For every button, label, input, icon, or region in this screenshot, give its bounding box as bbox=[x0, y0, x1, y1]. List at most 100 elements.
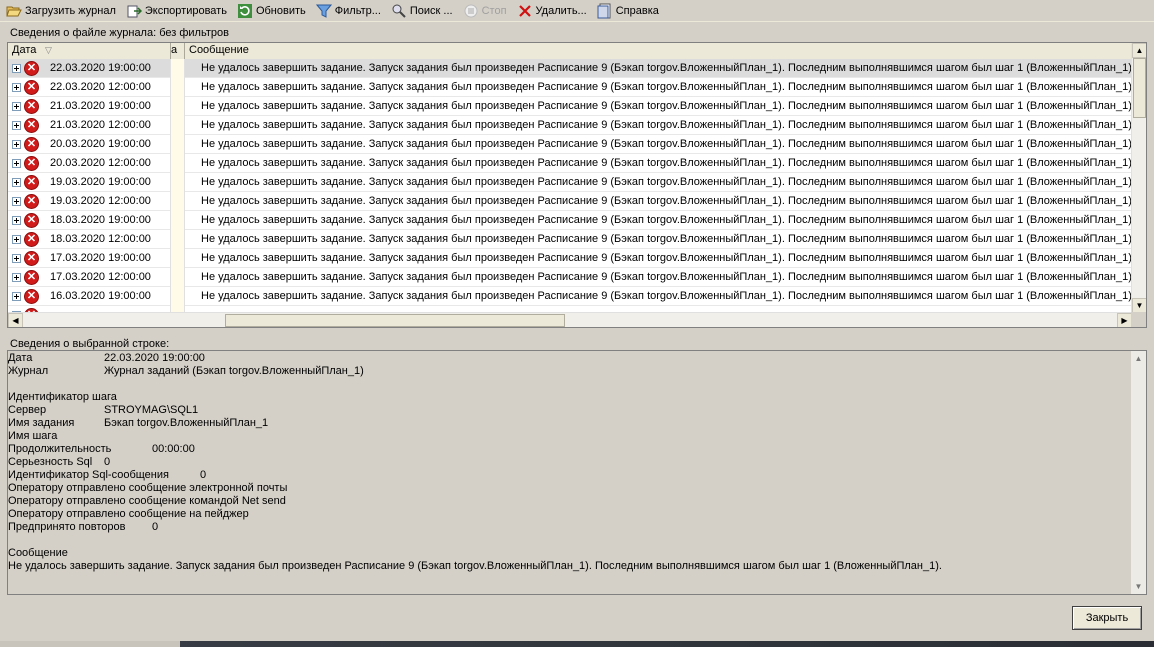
expand-plus-icon[interactable] bbox=[12, 63, 21, 73]
row-message: Не удалось завершить задание. Запуск зад… bbox=[201, 118, 1132, 131]
detail-section-label: Сведения о выбранной строке: bbox=[10, 338, 170, 350]
stop-icon bbox=[463, 3, 479, 19]
extra-cell bbox=[171, 286, 185, 306]
refresh-button[interactable]: Обновить bbox=[231, 1, 310, 20]
column-header-message-label: Сообщение bbox=[189, 44, 249, 56]
extra-cell bbox=[171, 77, 185, 97]
row-message: Не удалось завершить задание. Запуск зад… bbox=[201, 289, 1132, 302]
detail-key: Сервер bbox=[8, 404, 47, 416]
error-icon: ✕ bbox=[24, 269, 39, 285]
expand-plus-icon[interactable] bbox=[12, 158, 21, 168]
grid-horizontal-scrollbar[interactable]: ◀ ▶ bbox=[8, 312, 1132, 327]
table-row[interactable]: ✕ 20.03.2020 12:00:00 Не удалось завершить… bbox=[8, 153, 1132, 173]
detail-vertical-scrollbar[interactable]: ▲ ▼ bbox=[1131, 351, 1146, 594]
date-cell: ✕ 19.03.2020 19:00:00 bbox=[8, 172, 171, 192]
refresh-icon bbox=[237, 3, 253, 19]
export-icon bbox=[126, 3, 142, 19]
error-icon: ✕ bbox=[24, 250, 39, 266]
toolbar: Загрузить журнал Экспортировать Обновить Фи… bbox=[0, 0, 1154, 22]
help-icon bbox=[597, 3, 613, 19]
date-cell: ✕ 18.03.2020 12:00:00 bbox=[8, 229, 171, 249]
export-button-label: Экспортировать bbox=[144, 4, 227, 17]
error-icon: ✕ bbox=[24, 136, 39, 152]
date-cell: ✕ 21.03.2020 19:00:00 bbox=[8, 96, 171, 116]
row-date: 20.03.2020 19:00:00 bbox=[50, 138, 151, 150]
row-date: 18.03.2020 19:00:00 bbox=[50, 214, 151, 226]
expand-plus-icon[interactable] bbox=[12, 139, 21, 149]
expand-plus-icon[interactable] bbox=[12, 215, 21, 225]
date-cell: ✕ 18.03.2020 19:00:00 bbox=[8, 210, 171, 230]
column-header-message[interactable]: Сообщение bbox=[185, 43, 1132, 59]
detail-value: 22.03.2020 19:00:00 bbox=[104, 352, 205, 364]
delete-icon bbox=[517, 3, 533, 19]
table-row[interactable]: ✕ 20.03.2020 19:00:00 Не удалось завершить… bbox=[8, 134, 1132, 154]
scroll-down-icon[interactable]: ▼ bbox=[1132, 298, 1146, 313]
table-row[interactable]: ✕ 21.03.2020 12:00:00 Не удалось завершить… bbox=[8, 115, 1132, 135]
error-icon: ✕ bbox=[24, 98, 39, 114]
error-icon: ✕ bbox=[24, 155, 39, 171]
detail-key: Сообщение bbox=[8, 547, 68, 559]
column-header-extra[interactable]: а bbox=[171, 43, 185, 59]
extra-cell bbox=[171, 172, 185, 192]
table-row[interactable]: ✕ 16.03.2020 19:00:00 Не удалось завершить… bbox=[8, 286, 1132, 306]
row-date: 18.03.2020 12:00:00 bbox=[50, 233, 151, 245]
column-header-date[interactable]: Дата ▽ bbox=[8, 43, 171, 59]
row-message: Не удалось завершить задание. Запуск зад… bbox=[201, 61, 1132, 74]
log-section-label: Сведения о файле журнала: без фильтров bbox=[10, 27, 229, 39]
table-row[interactable]: ✕ 21.03.2020 19:00:00 Не удалось завершить… bbox=[8, 96, 1132, 116]
extra-cell bbox=[171, 248, 185, 268]
log-grid: Дата ▽ а Сообщение ✕ 22.03.2020 19:00:00 Н… bbox=[7, 42, 1147, 328]
detail-value: Журнал заданий (Бэкап torgov.ВложенныйПл… bbox=[104, 365, 364, 377]
row-date: 21.03.2020 12:00:00 bbox=[50, 119, 151, 131]
table-row[interactable]: ✕ 22.03.2020 19:00:00 Не удалось завершить… bbox=[8, 59, 1132, 78]
stop-button[interactable]: Стоп bbox=[457, 1, 511, 20]
load-button[interactable]: Загрузить журнал bbox=[0, 1, 120, 20]
horizontal-scroll-thumb[interactable] bbox=[225, 314, 565, 327]
table-row[interactable]: ✕ 17.03.2020 12:00:00 Не удалось завершить… bbox=[8, 267, 1132, 287]
export-button[interactable]: Экспортировать bbox=[120, 1, 231, 20]
grid-vertical-scrollbar[interactable]: ▲ ▼ bbox=[1131, 43, 1146, 313]
table-row[interactable]: ✕ 18.03.2020 19:00:00 Не удалось завершить… bbox=[8, 210, 1132, 230]
detail-key: Продолжительность bbox=[8, 443, 112, 455]
table-row[interactable]: ✕ 19.03.2020 12:00:00 Не удалось завершить… bbox=[8, 191, 1132, 211]
help-button[interactable]: Справка bbox=[591, 1, 663, 20]
expand-plus-icon[interactable] bbox=[12, 291, 21, 301]
filter-button[interactable]: Фильтр... bbox=[310, 1, 385, 20]
row-message: Не удалось завершить задание. Запуск зад… bbox=[201, 213, 1132, 226]
row-message: Не удалось завершить задание. Запуск зад… bbox=[201, 80, 1132, 93]
close-button[interactable]: Закрыть bbox=[1072, 606, 1142, 630]
delete-button[interactable]: Удалить... bbox=[511, 1, 591, 20]
expand-plus-icon[interactable] bbox=[12, 253, 21, 263]
detail-key: Идентификатор шага bbox=[8, 391, 117, 403]
row-date: 17.03.2020 19:00:00 bbox=[50, 252, 151, 264]
table-row[interactable]: ✕ 18.03.2020 12:00:00 Не удалось завершить… bbox=[8, 229, 1132, 249]
table-row[interactable]: ✕ 22.03.2020 12:00:00 Не удалось завершить… bbox=[8, 77, 1132, 97]
scroll-up-icon[interactable]: ▲ bbox=[1132, 43, 1146, 58]
scroll-left-icon[interactable]: ◀ bbox=[8, 313, 23, 327]
row-date: 22.03.2020 19:00:00 bbox=[50, 62, 151, 74]
table-row[interactable]: ✕ 17.03.2020 19:00:00 Не удалось завершить… bbox=[8, 248, 1132, 268]
detail-panel[interactable]: Дата 22.03.2020 19:00:00 Журнал Журнал зада… bbox=[7, 350, 1147, 595]
detail-scroll-down-icon[interactable]: ▼ bbox=[1131, 579, 1146, 594]
expand-plus-icon[interactable] bbox=[12, 234, 21, 244]
vertical-scroll-thumb[interactable] bbox=[1133, 58, 1146, 118]
expand-plus-icon[interactable] bbox=[12, 120, 21, 130]
extra-cell bbox=[171, 267, 185, 287]
scroll-right-icon[interactable]: ▶ bbox=[1117, 313, 1132, 327]
table-row[interactable]: ✕ 19.03.2020 19:00:00 Не удалось завершить… bbox=[8, 172, 1132, 192]
expand-plus-icon[interactable] bbox=[12, 101, 21, 111]
date-cell: ✕ 20.03.2020 12:00:00 bbox=[8, 153, 171, 173]
detail-key: Имя задания bbox=[8, 417, 75, 429]
expand-plus-icon[interactable] bbox=[12, 272, 21, 282]
expand-plus-icon[interactable] bbox=[12, 177, 21, 187]
folder-open-icon bbox=[6, 3, 22, 19]
search-button[interactable]: Поиск ... bbox=[385, 1, 457, 20]
expand-plus-icon[interactable] bbox=[12, 82, 21, 92]
error-icon: ✕ bbox=[24, 288, 39, 304]
detail-value: 0 bbox=[152, 521, 159, 533]
detail-key: Оператору отправлено сообщение электронн… bbox=[8, 482, 288, 494]
row-message: Не удалось завершить задание. Запуск зад… bbox=[201, 270, 1132, 283]
expand-plus-icon[interactable] bbox=[12, 196, 21, 206]
detail-scroll-up-icon[interactable]: ▲ bbox=[1131, 351, 1146, 366]
row-message: Не удалось завершить задание. Запуск зад… bbox=[201, 175, 1132, 188]
